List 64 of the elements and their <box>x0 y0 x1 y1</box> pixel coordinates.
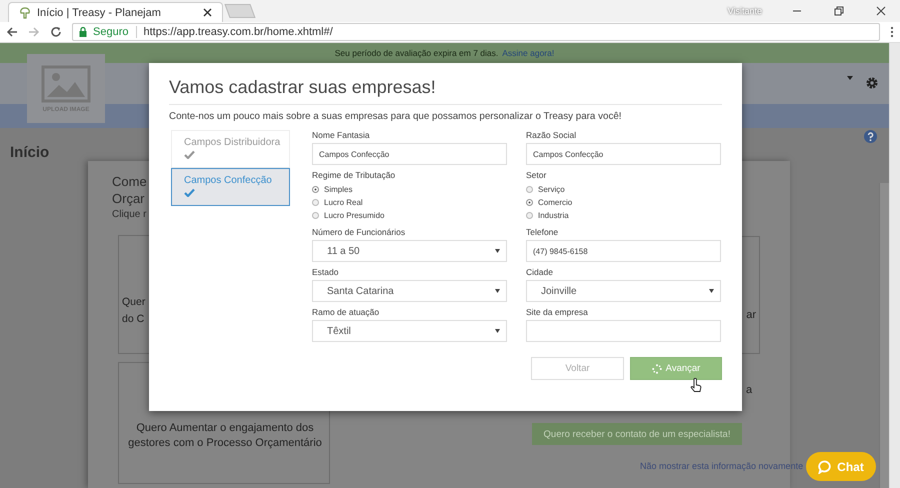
dialog-title: Vamos cadastrar suas empresas! <box>169 77 722 105</box>
radio-option[interactable]: Lucro Real <box>312 196 507 209</box>
radio-button[interactable] <box>312 199 319 206</box>
security-label: Seguro <box>93 26 138 38</box>
caret-icon <box>495 249 500 253</box>
field-label: Telefone <box>526 227 560 239</box>
radio-button[interactable] <box>312 212 319 219</box>
close-icon[interactable] <box>876 6 886 16</box>
menu-icon[interactable] <box>890 26 894 38</box>
dropdown[interactable]: Santa Catarina <box>312 280 507 302</box>
input-field[interactable]: Campos Confecção <box>526 143 721 165</box>
field-label: Cidade <box>526 267 554 279</box>
caret-icon[interactable] <box>847 76 853 80</box>
card-title-fragment: Come <box>112 173 147 190</box>
image-icon <box>41 64 91 102</box>
dialog-subtitle: Conte-nos um pouco mais sobre a suas empresas para que possamos personalizar o Treasy para você! <box>169 111 623 122</box>
url-text: https://app.treasy.com.br/home.xhtml#/ <box>143 26 333 38</box>
page-title: Início <box>10 144 50 161</box>
radio-option[interactable]: Comercio <box>526 196 721 209</box>
lock-icon <box>79 27 87 37</box>
dropdown[interactable]: Joinville <box>526 280 721 302</box>
scrollbar[interactable] <box>879 183 889 488</box>
back-arrow-icon[interactable] <box>6 26 18 38</box>
field-label: Ramo de atuação <box>312 307 380 319</box>
banner-text: Seu período de avaliação expira em 7 dias. <box>334 48 498 58</box>
field-label: Número de Funcionários <box>312 227 406 239</box>
profile-name[interactable]: Visitante <box>728 6 762 16</box>
radio-button[interactable] <box>526 186 533 193</box>
field-label: Nome Fantasia <box>312 130 371 142</box>
radio-option[interactable]: Industria <box>526 209 721 222</box>
option-text: Quero Aumentar o engajamento dos gestores com o Processo Orçamentário <box>127 421 323 451</box>
radio-option[interactable]: Simples <box>312 183 507 196</box>
browser-tab[interactable]: Início | Treasy - Planejam <box>8 2 223 22</box>
radio-option[interactable]: Lucro Presumido <box>312 209 507 222</box>
dropdown[interactable]: Têxtil <box>312 320 507 342</box>
field-label: Setor <box>526 170 548 182</box>
radio-button[interactable] <box>526 212 533 219</box>
restore-icon[interactable] <box>834 6 844 16</box>
address-field[interactable]: Seguro https://app.treasy.com.br/home.xhtml#/ <box>72 23 880 41</box>
field-label: Estado <box>312 267 340 279</box>
reload-icon[interactable] <box>50 26 62 38</box>
caret-icon <box>709 289 714 293</box>
help-icon[interactable] <box>864 130 877 143</box>
input-field[interactable] <box>526 320 721 342</box>
settings-icon[interactable] <box>865 76 879 90</box>
option-text-fragment: ar <box>746 309 756 323</box>
field-label: Razão Social <box>526 130 578 142</box>
option-text-fragment: Quer do C <box>122 295 146 327</box>
card-hint-fragment: Clique r <box>112 208 146 222</box>
field-label: Site da empresa <box>526 307 589 319</box>
field-label: Regime de Tributação <box>312 170 396 182</box>
caret-icon <box>495 329 500 333</box>
speech-bubble-icon <box>818 460 832 474</box>
caret-icon <box>495 289 500 293</box>
input-field[interactable]: (47) 9845-6158 <box>526 240 721 262</box>
radio-button[interactable] <box>526 199 533 206</box>
card-title-fragment: Orçar <box>112 190 144 207</box>
radio-option[interactable]: Serviço <box>526 183 721 196</box>
radio-button[interactable] <box>312 186 319 193</box>
dropdown[interactable]: 11 a 50 <box>312 240 507 262</box>
hand-cursor-icon <box>690 378 702 393</box>
input-field[interactable]: Campos Confecção <box>312 143 507 165</box>
close-icon[interactable] <box>203 8 212 17</box>
option-text-fragment: a <box>746 384 752 396</box>
